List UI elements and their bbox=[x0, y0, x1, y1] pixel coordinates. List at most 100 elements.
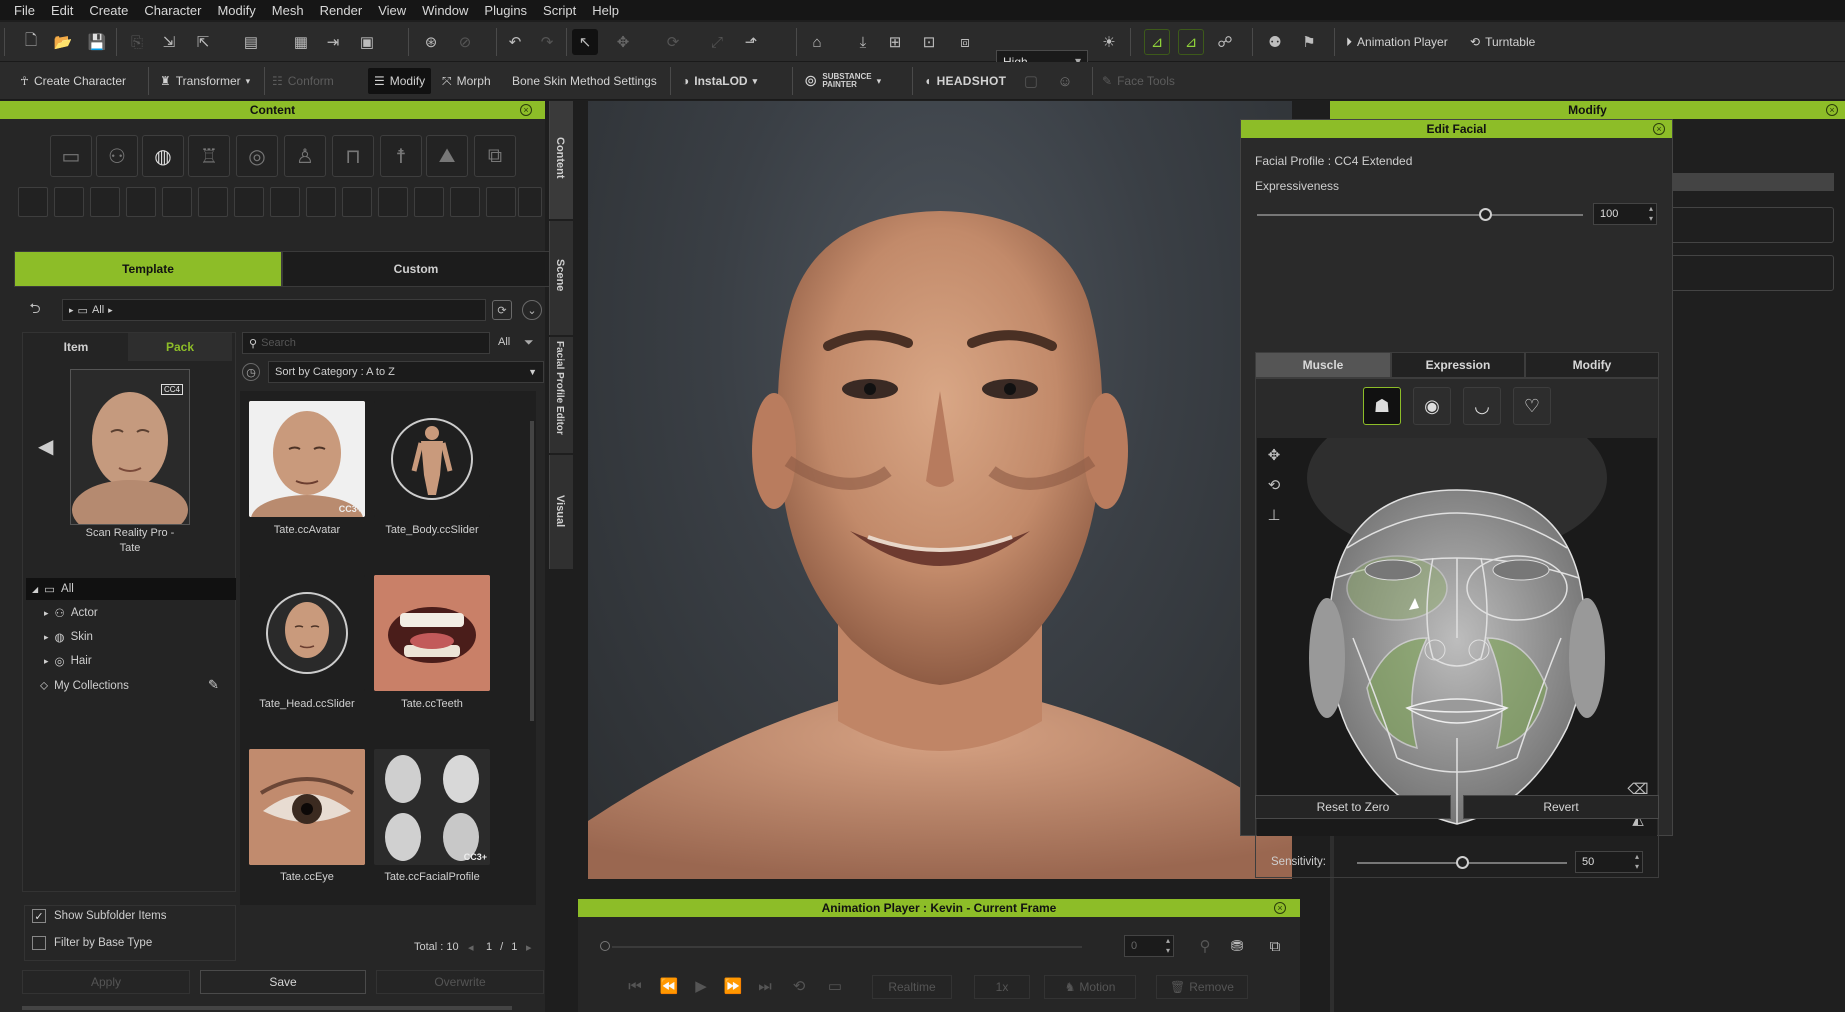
material-category-icon[interactable]: ⧉ bbox=[474, 135, 516, 177]
edit-pencil-icon[interactable]: ✎ bbox=[208, 677, 219, 693]
mocap-icon[interactable]: ⛃ bbox=[1224, 933, 1250, 959]
modify-field[interactable] bbox=[1666, 255, 1834, 291]
actor-category-icon[interactable]: ⚇ bbox=[96, 135, 138, 177]
sensitivity-slider-knob[interactable] bbox=[1455, 856, 1469, 869]
tab-item[interactable]: Item bbox=[24, 333, 128, 361]
pick-parent-icon[interactable]: ⊿ bbox=[1144, 29, 1170, 55]
menu-mesh[interactable]: Mesh bbox=[264, 3, 312, 18]
export-icon[interactable]: ⇱ bbox=[190, 29, 216, 55]
menu-script[interactable]: Script bbox=[535, 3, 584, 18]
overwrite-button[interactable]: Overwrite bbox=[376, 970, 544, 994]
menu-file[interactable]: File bbox=[6, 3, 43, 18]
redo-icon[interactable]: ↷ bbox=[534, 29, 560, 55]
search-input[interactable]: ⚲ Search bbox=[242, 332, 490, 354]
save-button[interactable]: Save bbox=[200, 970, 366, 994]
show-subfolder-checkbox[interactable]: ✓ bbox=[32, 909, 46, 923]
bone-skin-settings-button[interactable]: Bone Skin Method Settings bbox=[512, 68, 657, 94]
timeline-track[interactable] bbox=[612, 946, 1082, 948]
speed-dropdown[interactable]: 1x bbox=[974, 975, 1030, 999]
revert-button[interactable]: Revert bbox=[1463, 795, 1659, 819]
item-thumbnail[interactable]: CC3+ bbox=[374, 749, 490, 865]
move-icon[interactable]: ✥ bbox=[610, 29, 636, 55]
item-thumbnail[interactable] bbox=[374, 575, 490, 691]
timeline-scrubber[interactable] bbox=[600, 941, 610, 951]
folder-category-icon[interactable]: ▭ bbox=[50, 135, 92, 177]
fit-icon[interactable]: ⤓ bbox=[850, 29, 876, 55]
category-slot[interactable] bbox=[486, 187, 516, 217]
menu-modify[interactable]: Modify bbox=[209, 3, 263, 18]
page-prev-icon[interactable]: ◂ bbox=[468, 941, 474, 954]
substance-painter-button[interactable]: ⊚ SUBSTANCE PAINTER ▾ bbox=[804, 68, 881, 94]
home-icon[interactable]: ⌂ bbox=[804, 29, 830, 55]
fbx-icon[interactable]: ▤ bbox=[238, 29, 264, 55]
close-icon[interactable]: × bbox=[1826, 104, 1838, 116]
category-slot[interactable] bbox=[518, 187, 542, 217]
accessory-category-icon[interactable]: ♙ bbox=[284, 135, 326, 177]
3d-viewport[interactable] bbox=[588, 101, 1292, 879]
grid-scrollbar[interactable] bbox=[530, 421, 534, 721]
menu-character[interactable]: Character bbox=[136, 3, 209, 18]
previous-arrow-icon[interactable]: ◀ bbox=[38, 434, 53, 459]
filter-base-row[interactable]: Filter by Base Type bbox=[32, 932, 152, 954]
skin-category-icon[interactable]: ◍ bbox=[142, 135, 184, 177]
item-thumbnail[interactable]: CC3+ bbox=[249, 401, 365, 517]
headshot-settings-icon[interactable]: ▢ bbox=[1018, 68, 1044, 94]
page-next-icon[interactable]: ▸ bbox=[526, 941, 532, 954]
face-tools-button[interactable]: ✎ Face Tools bbox=[1102, 68, 1175, 94]
transformer-button[interactable]: ♜ Transformer ▾ bbox=[160, 68, 250, 94]
apply-button[interactable]: Apply bbox=[22, 970, 190, 994]
frame-icon[interactable]: ⊞ bbox=[882, 29, 908, 55]
item-thumbnail[interactable] bbox=[374, 401, 490, 517]
pose-category-icon[interactable]: ☨ bbox=[380, 135, 422, 177]
side-tab-scene[interactable]: Scene bbox=[549, 221, 573, 335]
tab-custom[interactable]: Custom bbox=[282, 251, 550, 287]
back-icon[interactable]: ⮌ bbox=[22, 297, 48, 323]
filter-all-label[interactable]: All bbox=[498, 336, 510, 348]
category-slot[interactable] bbox=[270, 187, 300, 217]
pick-child-icon[interactable]: ⊿ bbox=[1178, 29, 1204, 55]
menu-help[interactable]: Help bbox=[584, 3, 627, 18]
tab-expression[interactable]: Expression bbox=[1391, 352, 1525, 378]
light-icon[interactable]: ☀ bbox=[1096, 29, 1122, 55]
expressiveness-spinbox[interactable]: 100 bbox=[1593, 203, 1657, 225]
item-thumbnail[interactable] bbox=[249, 575, 365, 691]
flag-icon[interactable]: ⚑ bbox=[1296, 29, 1322, 55]
scene-category-icon[interactable]: ⛰ bbox=[426, 135, 468, 177]
skip-end-icon[interactable]: ⏭ bbox=[752, 973, 778, 999]
realtime-dropdown[interactable]: Realtime bbox=[872, 975, 952, 999]
face-region-tongue-icon[interactable]: ♡ bbox=[1513, 387, 1551, 425]
send-icon[interactable]: ⇥ bbox=[320, 29, 346, 55]
category-slot[interactable] bbox=[18, 187, 48, 217]
tab-muscle[interactable]: Muscle bbox=[1255, 352, 1391, 378]
save-icon[interactable]: 💾 bbox=[84, 29, 110, 55]
shoes-category-icon[interactable]: ⊓ bbox=[332, 135, 374, 177]
sensitivity-spinbox[interactable]: 50 bbox=[1575, 851, 1643, 873]
camera-icon[interactable]: ⧈ bbox=[952, 29, 978, 55]
frame-spinbox[interactable]: 0 bbox=[1124, 935, 1174, 957]
category-slot[interactable] bbox=[54, 187, 84, 217]
head-icon[interactable]: ☺ bbox=[1052, 68, 1078, 94]
menu-window[interactable]: Window bbox=[414, 3, 476, 18]
menu-edit[interactable]: Edit bbox=[43, 3, 81, 18]
skeleton-icon[interactable]: ☍ bbox=[1212, 29, 1238, 55]
save-as-icon[interactable]: ⎘ bbox=[124, 29, 150, 55]
step-forward-icon[interactable]: ⏩ bbox=[720, 973, 746, 999]
instalod-button[interactable]: ◑ InstaLOD ▾ bbox=[682, 68, 757, 94]
clothing-category-icon[interactable]: ♖ bbox=[188, 135, 230, 177]
usd-icon[interactable]: ▦ bbox=[288, 29, 314, 55]
path-breadcrumb[interactable]: ▸ ▭ All ▸ bbox=[62, 299, 486, 321]
clock-icon[interactable]: ◷ bbox=[242, 363, 260, 381]
menu-render[interactable]: Render bbox=[312, 3, 371, 18]
play-icon[interactable]: ▶ bbox=[688, 973, 714, 999]
refresh-icon[interactable]: ⟳ bbox=[492, 300, 512, 320]
close-icon[interactable]: × bbox=[520, 104, 532, 116]
tree-item-all[interactable]: ◢ ▭ All bbox=[26, 578, 236, 600]
reset-to-zero-button[interactable]: Reset to Zero bbox=[1255, 795, 1451, 819]
menu-create[interactable]: Create bbox=[81, 3, 136, 18]
category-slot[interactable] bbox=[450, 187, 480, 217]
menu-plugins[interactable]: Plugins bbox=[476, 3, 535, 18]
modify-button[interactable]: ☰ Modify bbox=[368, 68, 432, 94]
close-icon[interactable]: × bbox=[1274, 902, 1286, 914]
pipeline-icon[interactable]: ▣ bbox=[354, 29, 380, 55]
item-thumbnail[interactable] bbox=[249, 749, 365, 865]
